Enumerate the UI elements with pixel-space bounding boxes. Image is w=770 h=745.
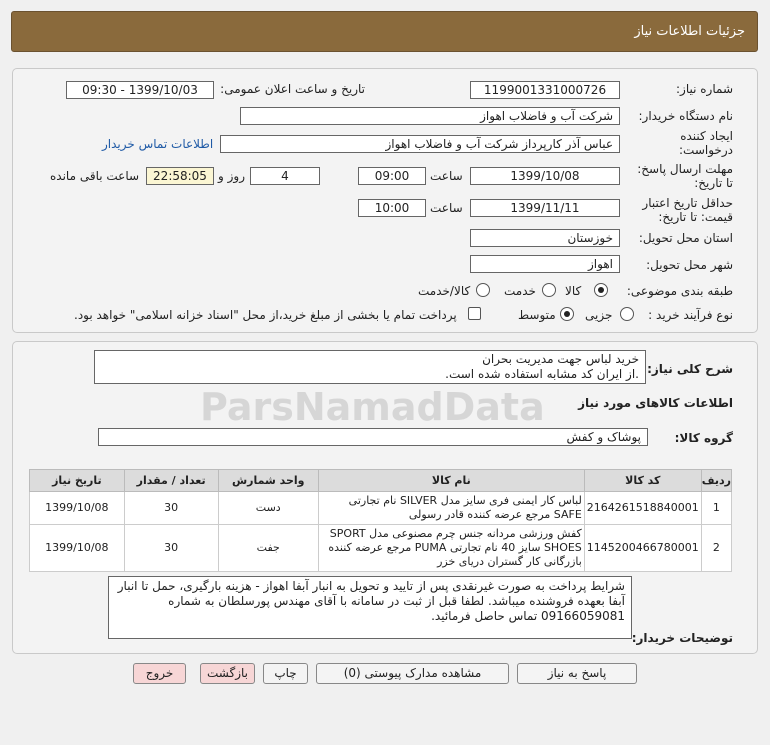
- buyer-notes-box: شرایط پرداخت به صورت غیرنقدی پس از تایید…: [108, 576, 632, 639]
- deadline-label: مهلت ارسال پاسخ: تا تاریخ:: [637, 162, 733, 190]
- category-label: طبقه بندی موضوعی:: [626, 284, 733, 298]
- deadline-time-field: 09:00: [358, 167, 426, 185]
- province-field: خوزستان: [470, 229, 620, 247]
- row-index: 2: [700, 524, 733, 572]
- city-field: اهواز: [470, 255, 620, 273]
- col-date: تاریخ نیاز: [29, 469, 125, 492]
- exit-button[interactable]: خروج: [133, 663, 186, 684]
- buyer-contact-link[interactable]: اطلاعات تماس خریدار: [102, 137, 213, 151]
- category-goods-label: کالا: [565, 284, 582, 298]
- treasury-payment-note: پرداخت تمام یا بخشی از مبلغ خرید،از محل …: [74, 308, 457, 322]
- validity-time-field: 10:00: [358, 199, 426, 217]
- category-service-label: خدمت: [504, 284, 536, 298]
- category-service-radio[interactable]: [542, 283, 556, 297]
- col-qty: تعداد / مقدار: [123, 469, 219, 492]
- col-unit: واحد شمارش: [217, 469, 319, 492]
- row-index: 1: [700, 491, 733, 525]
- province-label: استان محل تحویل:: [638, 231, 733, 245]
- table-row: 2 1145200466780001 کفش ورزشی مردانه جنس …: [29, 524, 733, 572]
- process-medium-label: متوسط: [518, 308, 556, 322]
- creator-field: عباس آذر کارپرداز شرکت آب و فاضلاب اهواز: [220, 135, 620, 153]
- validity-date-field: 1399/11/11: [470, 199, 620, 217]
- col-index: ردیف: [700, 469, 733, 492]
- announce-field: 1399/10/03 - 09:30: [66, 81, 214, 99]
- deadline-time-label: ساعت: [430, 169, 463, 183]
- buyer-org-label: نام دستگاه خریدار:: [638, 109, 734, 123]
- back-button[interactable]: بازگشت: [200, 663, 255, 684]
- view-attachments-button[interactable]: مشاهده مدارک پیوستی (0): [316, 663, 509, 684]
- deadline-date-field: 1399/10/08: [470, 167, 620, 185]
- goods-table-header: ردیف کد کالا نام کالا واحد شمارش تعداد /…: [29, 469, 733, 492]
- row-name: کفش ورزشی مردانه جنس چرم مصنوعی مدل SPOR…: [317, 524, 585, 572]
- process-medium-radio[interactable]: [560, 307, 574, 321]
- row-date: 1399/10/08: [29, 524, 125, 572]
- remaining-time-field: 22:58:05: [146, 167, 214, 185]
- validity-label: حداقل تاریخ اعتبار قیمت: تا تاریخ:: [642, 196, 733, 224]
- buyer-notes-label: توضیحات خریدار:: [631, 631, 733, 645]
- summary-label: شرح کلی نیاز:: [647, 362, 733, 376]
- category-both-label: کالا/خدمت: [418, 284, 471, 298]
- summary-line-1: خرید لباس جهت مدیریت بحران: [482, 352, 639, 366]
- reply-button[interactable]: پاسخ به نیاز: [517, 663, 637, 684]
- days-label: روز و: [218, 169, 245, 183]
- announce-label: تاریخ و ساعت اعلان عمومی:: [220, 82, 365, 96]
- need-number-label: شماره نیاز:: [676, 82, 733, 96]
- goods-section-title: اطلاعات کالاهای مورد نیاز: [578, 396, 733, 410]
- page-header: جزئیات اطلاعات نیاز: [11, 11, 758, 52]
- row-qty: 30: [123, 491, 219, 525]
- row-name: لباس کار ایمنی فری سایز مدل SILVER نام ت…: [317, 491, 585, 525]
- process-minor-radio[interactable]: [620, 307, 634, 321]
- summary-box: خرید لباس جهت مدیریت بحران .از ایران کد …: [94, 350, 646, 384]
- col-code: کد کالا: [583, 469, 702, 492]
- goods-group-field: پوشاک و کفش: [98, 428, 648, 446]
- remaining-label: ساعت باقی مانده: [50, 169, 140, 183]
- need-number-field: 1199001331000726: [470, 81, 620, 99]
- table-row: 1 2164261518840001 لباس کار ایمنی فری سا…: [29, 491, 733, 525]
- validity-time-label: ساعت: [430, 201, 463, 215]
- row-code: 1145200466780001: [583, 524, 702, 572]
- treasury-payment-checkbox[interactable]: [468, 307, 481, 320]
- col-name: نام کالا: [317, 469, 585, 492]
- row-qty: 30: [123, 524, 219, 572]
- print-button[interactable]: چاپ: [263, 663, 308, 684]
- page-title: جزئیات اطلاعات نیاز: [634, 24, 745, 39]
- days-field: 4: [250, 167, 320, 185]
- category-goods-radio[interactable]: [594, 283, 608, 297]
- row-unit: دست: [217, 491, 319, 525]
- goods-table: ردیف کد کالا نام کالا واحد شمارش تعداد /…: [29, 469, 733, 572]
- row-date: 1399/10/08: [29, 491, 125, 525]
- creator-label: ایجاد کننده درخواست:: [679, 129, 733, 157]
- goods-group-label: گروه کالا:: [674, 431, 733, 445]
- watermark: ParsNamadData: [200, 385, 545, 429]
- buyer-org-field: شرکت آب و فاضلاب اهواز: [240, 107, 620, 125]
- process-label: نوع فرآیند خرید :: [648, 308, 733, 322]
- category-both-radio[interactable]: [476, 283, 490, 297]
- row-code: 2164261518840001: [583, 491, 702, 525]
- city-label: شهر محل تحویل:: [646, 258, 733, 272]
- process-minor-label: جزیی: [585, 308, 613, 322]
- summary-line-2: .از ایران کد مشابه استفاده شده است.: [445, 367, 639, 381]
- row-unit: جفت: [217, 524, 319, 572]
